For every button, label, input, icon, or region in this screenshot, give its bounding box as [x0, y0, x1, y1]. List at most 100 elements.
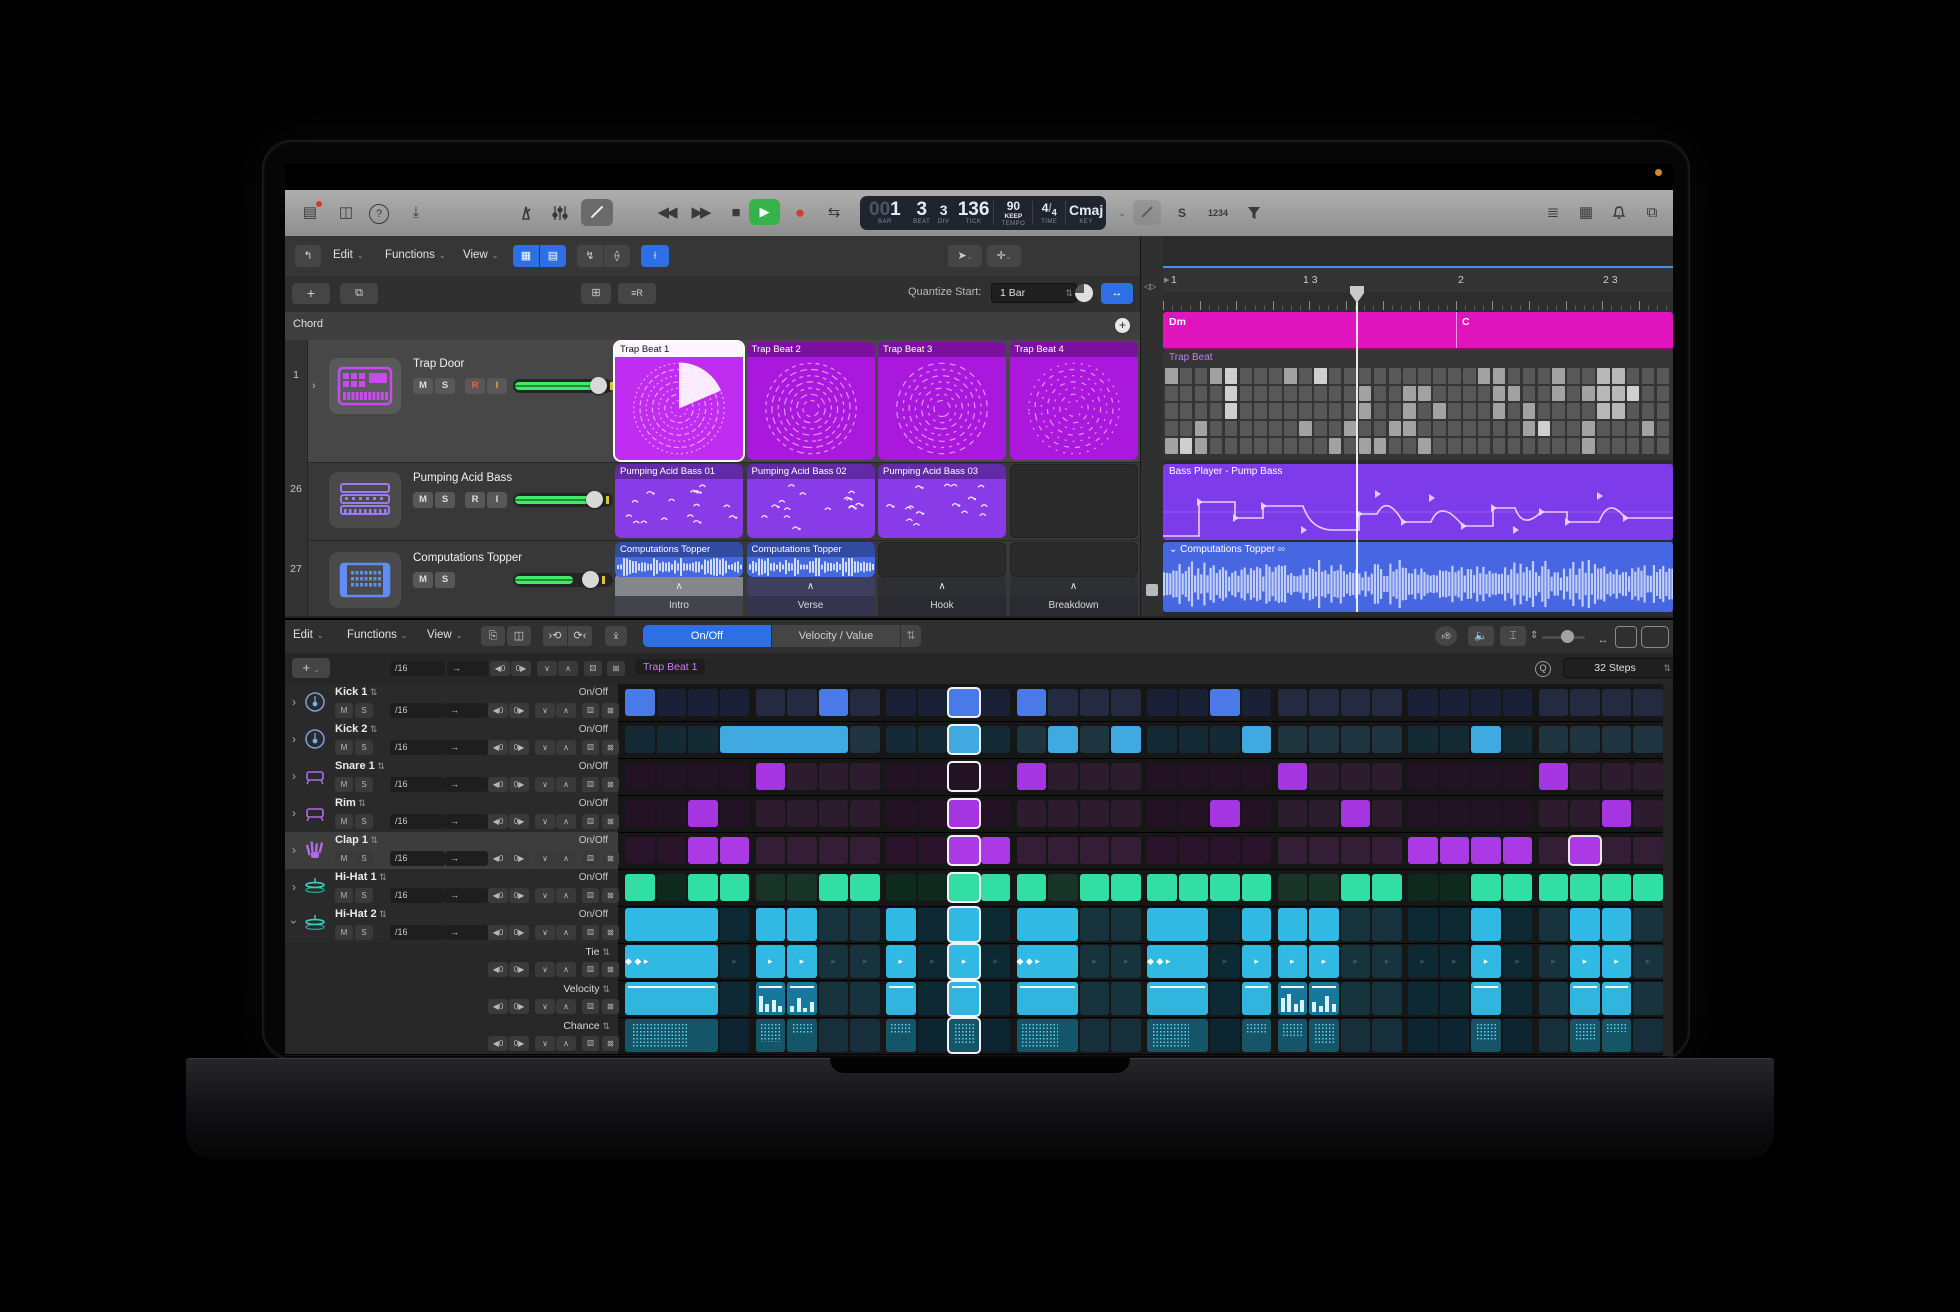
step-clap1-29[interactable] — [1539, 837, 1569, 864]
row-rate-popup[interactable]: /16 — [390, 851, 445, 866]
step-clap1-21[interactable] — [1278, 837, 1308, 864]
step-clap1-14[interactable] — [1048, 837, 1078, 864]
step-snare1-1[interactable] — [625, 763, 655, 790]
step-span-chance-1[interactable] — [625, 1019, 718, 1052]
row-clear-icon[interactable]: ⊠ — [602, 740, 619, 755]
tracks-view-button[interactable]: ▤ — [540, 245, 566, 267]
step-chance-5[interactable] — [756, 1019, 786, 1052]
row-random-icon[interactable]: ⚄ — [582, 851, 599, 866]
count-in-button[interactable]: 1234 — [1201, 201, 1235, 225]
step-kick1-6[interactable] — [787, 689, 817, 716]
step-rim-2[interactable] — [657, 800, 687, 827]
step-velocity-21[interactable] — [1278, 982, 1308, 1015]
record-button[interactable]: ● — [787, 201, 813, 225]
mode-velocity-tab[interactable]: Velocity / Value — [772, 625, 900, 647]
ll-menu-edit[interactable]: Edit⌄ — [333, 249, 364, 261]
seq-menu-view[interactable]: View⌄ — [427, 629, 462, 641]
seq-scroll-gutter[interactable] — [1663, 684, 1673, 1056]
row-decrement[interactable]: ∨ — [535, 999, 555, 1014]
row-decrement[interactable]: ∨ — [535, 888, 555, 903]
mixer-icon[interactable] — [547, 201, 573, 225]
quantize-popup[interactable]: 1 Bar — [991, 283, 1077, 303]
step-chance-11[interactable] — [949, 1019, 979, 1052]
step-velocity-28[interactable] — [1503, 982, 1533, 1015]
step-kick1-18[interactable] — [1179, 689, 1209, 716]
row-mute-button[interactable]: M — [335, 703, 353, 718]
step-kick1-20[interactable] — [1242, 689, 1272, 716]
loop-cell-trap-beat-4[interactable]: Trap Beat 4 — [1010, 342, 1138, 460]
row-decrement[interactable]: ∨ — [535, 777, 555, 792]
row-nudge-right[interactable]: 0▶ — [509, 1036, 529, 1051]
step-snare1-14[interactable] — [1048, 763, 1078, 790]
step-chance-21[interactable] — [1278, 1019, 1308, 1052]
step-chance-27[interactable] — [1471, 1019, 1501, 1052]
step-rim-12[interactable] — [981, 800, 1011, 827]
step-velocity-6[interactable] — [787, 982, 817, 1015]
scene-trigger-icon[interactable]: ∧ — [615, 577, 743, 596]
grid-view-button[interactable]: ▦ — [513, 245, 539, 267]
seq-row-header-hihat1[interactable]: ›Hi-Hat 1 ⇅On/OffMS/16→◀00▶∨∧⚄⊠ — [285, 869, 618, 906]
row-playmode-popup[interactable]: → — [445, 888, 488, 903]
add-track-button[interactable]: + — [292, 283, 330, 304]
step-clap1-12[interactable] — [981, 837, 1011, 864]
step-snare1-18[interactable] — [1179, 763, 1209, 790]
step-snare1-19[interactable] — [1210, 763, 1240, 790]
step-snare1-25[interactable] — [1408, 763, 1438, 790]
step-clap1-11[interactable] — [949, 837, 979, 864]
row-rate-popup[interactable]: /16 — [390, 703, 445, 718]
track-disclosure-icon[interactable]: › — [312, 380, 316, 392]
step-hihat1-17[interactable] — [1147, 874, 1177, 901]
step-kick1-24[interactable] — [1372, 689, 1402, 716]
step-hihat2-23[interactable] — [1341, 908, 1371, 941]
step-kick1-9[interactable] — [886, 689, 916, 716]
panel-wide-icon[interactable] — [1641, 626, 1669, 648]
step-velocity-22[interactable] — [1309, 982, 1339, 1015]
row-decrement[interactable]: ∨ — [535, 740, 555, 755]
row-increment[interactable]: ∧ — [556, 740, 576, 755]
row-increment[interactable]: ∧ — [556, 703, 576, 718]
row-nudge-right[interactable]: 0▶ — [509, 888, 529, 903]
bar-ruler[interactable]: ▶11 322 3 — [1163, 266, 1673, 294]
step-kick1-3[interactable] — [688, 689, 718, 716]
rotate-left-icon[interactable]: ›⟲ — [543, 626, 567, 646]
step-chance-23[interactable] — [1341, 1019, 1371, 1052]
step-hihat2-32[interactable] — [1633, 908, 1663, 941]
crosshair-tool-button[interactable]: ✛⌄ — [987, 245, 1021, 267]
global-random-icon[interactable]: ⚄ — [584, 661, 602, 676]
row-increment[interactable]: ∧ — [556, 1036, 576, 1051]
global-playmode-popup[interactable]: → — [447, 661, 488, 676]
row-rate-popup[interactable]: /16 — [390, 740, 445, 755]
step-clap1-2[interactable] — [657, 837, 687, 864]
step-tie-30[interactable]: ▸ — [1570, 945, 1600, 978]
global-nudge-left[interactable]: ◀0 — [490, 661, 510, 676]
step-rim-5[interactable] — [756, 800, 786, 827]
row-disclosure-icon[interactable]: › — [292, 769, 296, 783]
step-kick2-25[interactable] — [1408, 726, 1438, 753]
step-velocity-29[interactable] — [1539, 982, 1569, 1015]
seq-row-header-tie[interactable]: Tie ⇅◀00▶∨∧⚄⊠ — [285, 943, 618, 980]
row-rate-popup[interactable]: /16 — [390, 888, 445, 903]
row-nudge-right[interactable]: 0▶ — [509, 740, 529, 755]
keys-icon[interactable] — [329, 552, 401, 608]
mode-stepper-icon[interactable]: ⇅ — [901, 625, 921, 647]
step-chance-12[interactable] — [981, 1019, 1011, 1052]
step-chance-20[interactable] — [1242, 1019, 1272, 1052]
row-nudge-right[interactable]: 0▶ — [509, 925, 529, 940]
track-m-button[interactable]: M — [413, 492, 433, 508]
row-increment[interactable]: ∧ — [556, 814, 576, 829]
step-tie-28[interactable]: ▸ — [1503, 945, 1533, 978]
step-rim-22[interactable] — [1309, 800, 1339, 827]
pattern-browser-icon[interactable]: ◫ — [507, 626, 531, 646]
step-hihat2-8[interactable] — [850, 908, 880, 941]
step-rim-7[interactable] — [819, 800, 849, 827]
row-random-icon[interactable]: ⚄ — [582, 1036, 599, 1051]
row-nudge-left[interactable]: ◀0 — [488, 740, 508, 755]
step-tie-23[interactable]: ▸ — [1341, 945, 1371, 978]
step-velocity-12[interactable] — [981, 982, 1011, 1015]
step-kick2-2[interactable] — [657, 726, 687, 753]
step-kick1-1[interactable] — [625, 689, 655, 716]
list-editors-icon[interactable]: ≣ — [1540, 201, 1566, 225]
step-kick2-3[interactable] — [688, 726, 718, 753]
step-velocity-30[interactable] — [1570, 982, 1600, 1015]
step-chance-4[interactable] — [720, 1019, 750, 1052]
